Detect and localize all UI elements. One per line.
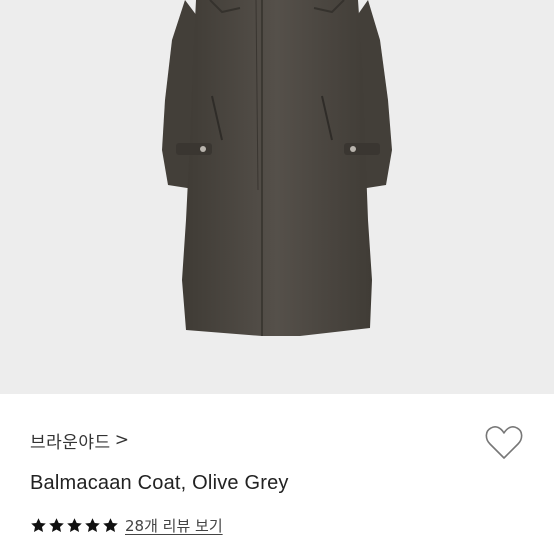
- star-icon: [67, 517, 82, 532]
- product-title: Balmacaan Coat, Olive Grey: [30, 472, 289, 494]
- coat-illustration: [162, 0, 392, 336]
- rating-row: 28개 리뷰 보기: [30, 514, 223, 536]
- star-icon: [103, 517, 118, 532]
- star-icon: [31, 517, 46, 532]
- product-image[interactable]: [0, 0, 554, 394]
- rating-stars: [30, 517, 119, 534]
- chevron-right-icon: >: [114, 430, 130, 450]
- brand-name: 브라운야드: [30, 432, 111, 453]
- brand-link[interactable]: 브라운야드 >: [30, 428, 130, 453]
- review-link[interactable]: 28개 리뷰 보기: [125, 515, 223, 536]
- star-icon: [49, 517, 64, 532]
- star-icon: [85, 517, 100, 532]
- heart-icon[interactable]: [484, 424, 524, 462]
